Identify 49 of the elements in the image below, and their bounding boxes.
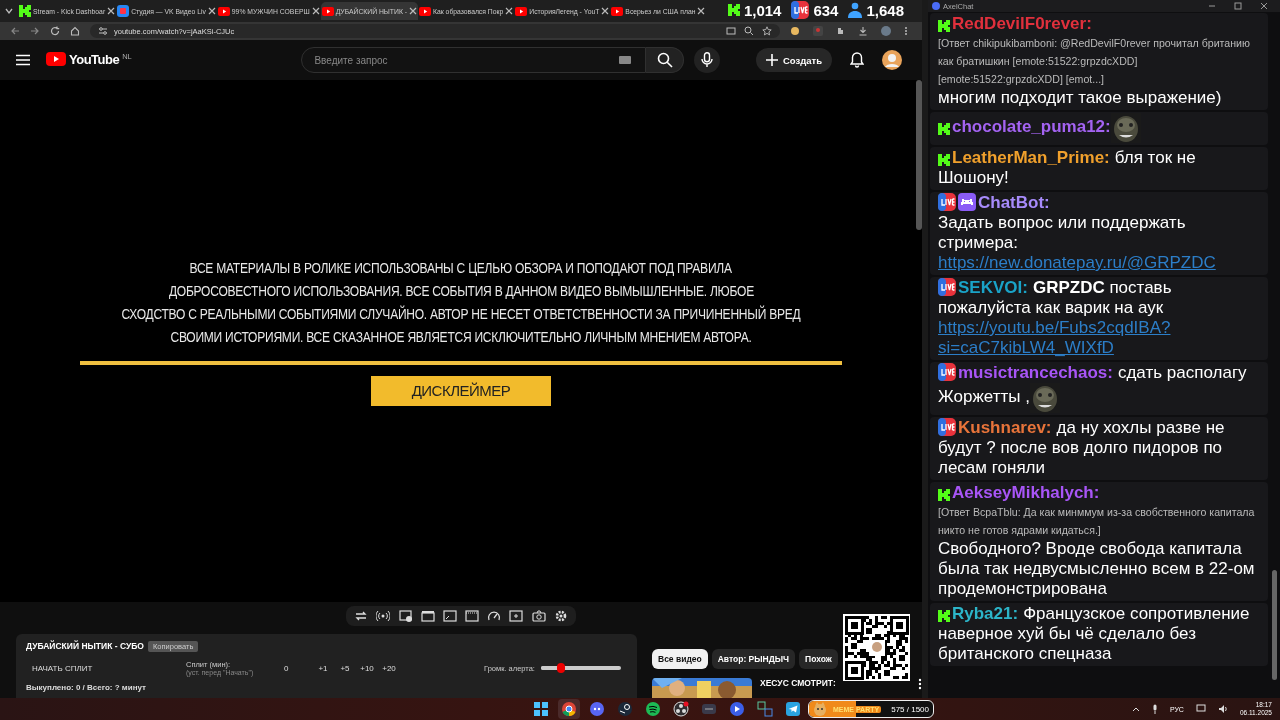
search-field[interactable]: Введите запрос — [301, 47, 647, 73]
message-text: Шошону! — [938, 168, 1009, 187]
message-text: Жоржетты , — [938, 387, 1030, 407]
meme-count: 575 / 1500 — [891, 704, 929, 714]
start-split-button[interactable]: НАЧАТЬ СПЛИТ — [26, 662, 186, 674]
disclaimer-banner: ДИСКЛЕЙМЕР — [371, 375, 551, 406]
message-text: бля ток не — [1114, 148, 1196, 167]
chat-username[interactable]: RedDevilF0rever: — [952, 14, 1092, 33]
link[interactable]: https://new.donatepay.ru/@GRPZDC — [938, 253, 1260, 273]
viewer-count: 1,648 — [866, 1, 904, 19]
disclaimer-text: СВОИМИ ИСТОРИЯМИ. ВСЕ СКАЗАННОЕ ЯВЛЯЕТСЯ ИСКЛЮЧИТЕЛЬНО ЛИЧНЫМ МНЕНИЕМ АВТОРА. — [170, 327, 752, 347]
disclaimer-text: СХОДСТВО С РЕАЛЬНЫМИ СОБЫТИЯМИ СЛУЧАЙНО. АВТОР НЕ НЕСЕТ ОТВЕТСТВЕННОСТИ ЗА ПРИЧИНЕННЫЙ ВРЕД — [121, 304, 801, 324]
create-button[interactable]: Создать — [755, 48, 832, 72]
add-minutes-button[interactable]: +20 — [378, 663, 400, 673]
message-text: GRPZDC поставь — [1032, 278, 1172, 297]
message-text: да ну хохлы разве не — [1056, 418, 1225, 437]
message-text: пожалуйста как варик на аук — [938, 298, 1164, 317]
disclaimer-text: ВСЕ МАТЕРИАЛЫ В РОЛИКЕ ИСПОЛЬЗОВАНЫ С ЦЕЛЬЮ ОБЗОРА И ПОПОДАЮТ ПОД ПРАВИЛА — [189, 258, 733, 278]
chat-username[interactable]: Kushnarev: — [958, 418, 1052, 437]
chat-username[interactable]: ChatBot: — [978, 193, 1050, 212]
chat-username[interactable]: AekseyMikhalych: — [952, 483, 1100, 502]
chat-username[interactable]: SEKVOI: — [958, 278, 1028, 297]
reply-quote: [Ответ chikipukibamboni: @RedDevilF0rever прочитал британию как братишкин [emote:51522:grpzdcXDD][emote:51522:grpzdcXDD] [emot...] — [938, 36, 1251, 87]
filter-chip[interactable]: Все видео — [652, 649, 708, 670]
message-text: будут ? после вов долго пидоров по лесам гоняли — [938, 438, 1223, 477]
add-minutes-button[interactable]: +1 — [312, 663, 334, 673]
message-text: наверное хуй бы чё сделало без британского спецназа — [938, 624, 1196, 663]
chat-username[interactable]: chocolate_puma12: — [952, 117, 1111, 137]
add-minutes-button[interactable]: +10 — [356, 663, 378, 673]
split-value: 0 — [284, 663, 290, 673]
add-minutes-button[interactable]: +5 — [334, 663, 356, 673]
panel-title: ДУБАЙСКИЙ НЫТИК - СУБО — [26, 641, 144, 652]
reply-quote: [Ответ BcpaTblu: Да как минммум из-за свобственного капитала никто не готов ядрами кидаться.] — [938, 505, 1256, 538]
message-text: многим подходит такое выражение) — [938, 88, 1223, 108]
viewer-count: 634 — [813, 1, 839, 19]
message-text: сдать располагу — [1117, 363, 1247, 382]
message-text: Задать вопрос или поддержать стримера: — [938, 213, 1187, 253]
video-title[interactable]: ХЕСУС СМОТРИТ: — [760, 678, 910, 689]
viewer-count: 1,014 — [743, 1, 782, 19]
disclaimer-text: ДОБРОСОВЕСТНОГО ИСПОЛЬЗОВАНИЯ. ВСЕ СОБЫТИЯ В ДАННОМ ВИДЕО ВЫМЫШЛЕННЫЕ. ЛЮБОЕ — [168, 281, 754, 301]
purchase-summary: Выкуплено: 0 / Всего: ? минут — [26, 683, 147, 693]
filter-chip[interactable]: Автор: РЫНДЫЧ — [711, 649, 796, 670]
filter-chip[interactable]: Похож — [799, 649, 838, 670]
message-text: Французское сопротивление — [1023, 604, 1250, 623]
chat-username[interactable]: Ryba21: — [952, 604, 1019, 623]
link[interactable]: https://youtu.be/Fubs2cqdIBA?si=caC7kibLW4_WIXfD — [938, 318, 1260, 358]
chat-username[interactable]: musictrancechaos: — [958, 363, 1113, 382]
chat-username[interactable]: LeatherMan_Prime: — [952, 148, 1110, 167]
message-text: Свободного? Вроде свобода капитала была так недвусмысленно всем в 22-ом продемонстрирована — [938, 539, 1256, 599]
